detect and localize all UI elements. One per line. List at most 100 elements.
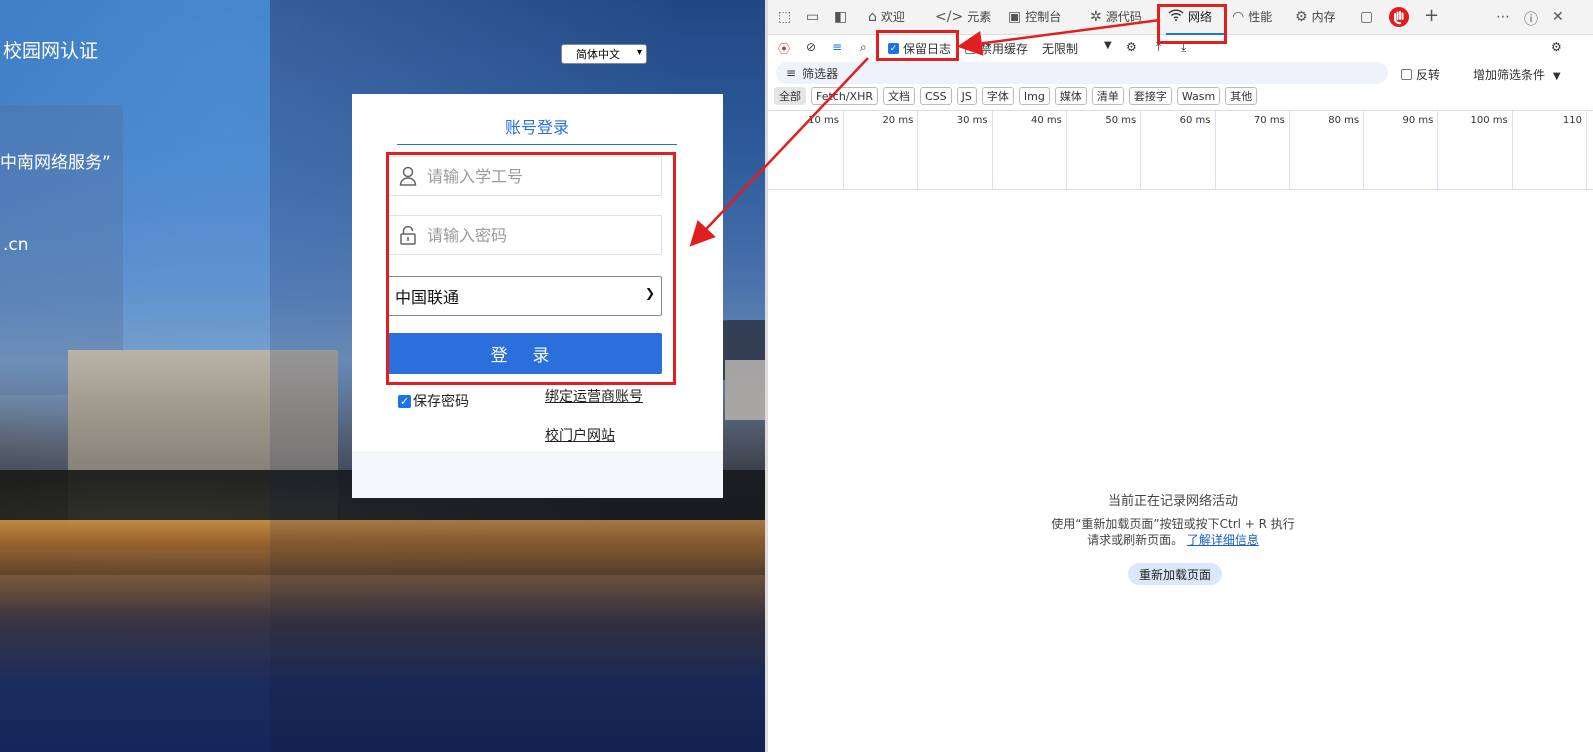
- filter-icon: ≡: [786, 66, 797, 80]
- type-filter-manifest[interactable]: 清单: [1091, 87, 1124, 105]
- type-filter-other[interactable]: 其他: [1225, 87, 1258, 105]
- tab-sources[interactable]: ✲ 源代码: [1090, 8, 1142, 25]
- username-field[interactable]: [388, 156, 662, 196]
- upload-icon[interactable]: ⤒: [1156, 40, 1161, 55]
- tab-console[interactable]: ▣ 控制台: [1008, 8, 1061, 25]
- filter-icon[interactable]: ≡: [832, 40, 842, 54]
- type-filter-doc[interactable]: 文档: [882, 87, 915, 105]
- gauge-icon: ◠: [1232, 8, 1245, 25]
- type-filter-fetch[interactable]: Fetch/XHR: [811, 87, 878, 105]
- invert-toggle[interactable]: 反转: [1401, 66, 1440, 83]
- type-filter-bar: 全部 Fetch/XHR 文档 CSS JS 字体 Img 媒体 清单 套接字 …: [774, 87, 1262, 109]
- type-filter-css[interactable]: CSS: [919, 87, 952, 105]
- timeline-gridline: [917, 111, 919, 190]
- timeline-tick-label: 30 ms: [956, 115, 988, 126]
- isp-select-value: 中国联通: [395, 288, 460, 307]
- info-text-service: 中南网络服务”: [0, 153, 111, 173]
- add-tab-icon[interactable]: +: [1424, 5, 1439, 26]
- close-icon[interactable]: ✕: [1552, 9, 1564, 25]
- timeline-gridline: [1140, 111, 1142, 190]
- timeline-tick-label: 60 ms: [1179, 115, 1211, 126]
- type-filter-socket[interactable]: 套接字: [1128, 87, 1172, 105]
- tab-elements[interactable]: </> 元素: [935, 8, 991, 25]
- inspect-icon[interactable]: ⬚: [778, 9, 791, 25]
- network-conditions-icon[interactable]: ⚙: [1126, 40, 1137, 54]
- invert-checkbox[interactable]: [1401, 69, 1412, 80]
- more-filters-dropdown[interactable]: 增加筛选条件 ▼: [1473, 66, 1561, 83]
- timeline-gridline: [1214, 111, 1216, 190]
- timeline-tick-label: 90 ms: [1402, 115, 1434, 126]
- device-toolbar-icon[interactable]: ▭: [806, 9, 819, 25]
- disable-cache-toggle[interactable]: 禁用缓存: [965, 40, 1028, 57]
- type-filter-font[interactable]: 字体: [981, 87, 1014, 105]
- devtools-panel: ⬚ ▭ ◧ ⌂ 欢迎 </> 元素 ▣ 控制台 ✲ 源代码 网络 ◠ 性能 ⚙ 内存 ▢: [765, 0, 1593, 752]
- language-select[interactable]: 简体中文 ▾: [561, 44, 647, 64]
- record-icon[interactable]: ⦿: [778, 40, 790, 57]
- timeline-tick-label: 40 ms: [1031, 115, 1062, 126]
- tab-network[interactable]: 网络: [1168, 8, 1212, 25]
- more-icon[interactable]: ⋯: [1496, 9, 1510, 25]
- timeline-gridline: [1437, 111, 1439, 190]
- timeline-tick-label: 100 ms: [1470, 115, 1508, 126]
- info-text-domain: .cn: [3, 235, 29, 255]
- empty-state-title: 当前正在记录网络活动: [1107, 494, 1238, 509]
- search-icon[interactable]: ⌕: [860, 40, 867, 55]
- bug-icon: ✲: [1090, 8, 1102, 25]
- reload-page-button[interactable]: 重新加载页面: [1128, 563, 1222, 585]
- type-filter-all[interactable]: 全部: [774, 87, 806, 105]
- code-icon: </>: [935, 8, 964, 25]
- download-icon[interactable]: ⤓: [1181, 40, 1186, 55]
- chevron-down-icon: ❯: [644, 286, 655, 300]
- chevron-down-icon: ▼: [1552, 71, 1561, 82]
- preserve-log-checkbox[interactable]: ✓: [888, 43, 899, 54]
- type-filter-wasm[interactable]: Wasm: [1176, 87, 1221, 105]
- disable-cache-checkbox[interactable]: [965, 43, 976, 54]
- extension-icon[interactable]: [1388, 6, 1410, 32]
- chevron-down-icon: ▾: [636, 47, 642, 58]
- tab-performance[interactable]: ◠ 性能: [1232, 8, 1272, 25]
- timeline-gridline: [843, 111, 844, 190]
- home-icon: ⌂: [868, 8, 877, 25]
- type-filter-js[interactable]: JS: [956, 87, 977, 105]
- timeline-tick-label: 10 ms: [808, 115, 839, 126]
- network-timeline: 10 ms 20 ms 30 ms 40 ms 50 ms 60 ms 70 ms 80 ms…: [768, 110, 1593, 190]
- username-input[interactable]: [427, 166, 647, 186]
- dock-icon[interactable]: ◧: [834, 9, 847, 25]
- application-icon[interactable]: ▢: [1360, 9, 1373, 25]
- background-lake: [0, 575, 765, 752]
- timeline-gridline: [1511, 111, 1513, 190]
- password-input[interactable]: [427, 225, 647, 245]
- chevron-down-icon[interactable]: ▼: [1104, 40, 1112, 51]
- type-filter-img[interactable]: Img: [1018, 87, 1050, 105]
- password-field[interactable]: [388, 215, 662, 255]
- timeline-gridline: [1288, 111, 1290, 190]
- school-portal-link[interactable]: 校门户网站: [545, 425, 615, 445]
- tab-account-login[interactable]: 账号登录: [397, 114, 677, 145]
- login-card: 账号登录 中国联通 ❯ 登 录 ✓ 保存密码 绑定运营商账号 校门户网站: [352, 94, 723, 498]
- wifi-icon: [1168, 8, 1184, 25]
- tab-memory[interactable]: ⚙ 内存: [1295, 8, 1336, 25]
- user-icon: [389, 166, 427, 186]
- timeline-tick-label: 50 ms: [1105, 115, 1137, 126]
- timeline-tick-label: 80 ms: [1328, 115, 1360, 126]
- card-footer: [352, 451, 723, 498]
- timeline-gridline: [1065, 111, 1067, 190]
- filter-input[interactable]: ≡ 筛选器: [776, 62, 1388, 84]
- throttle-select[interactable]: 无限制: [1042, 40, 1078, 57]
- settings-icon[interactable]: ⚙: [1551, 40, 1562, 54]
- clear-icon[interactable]: ⊘: [806, 40, 816, 54]
- login-page: 校园网认证 中南网络服务” .cn 简体中文 ▾ 账号登录 中国联通 ❯ 登 录…: [0, 0, 765, 752]
- background-lights: [0, 520, 765, 575]
- isp-select[interactable]: 中国联通 ❯: [388, 276, 662, 316]
- type-filter-media[interactable]: 媒体: [1054, 87, 1087, 105]
- remember-password[interactable]: ✓ 保存密码: [398, 391, 469, 411]
- preserve-log-toggle[interactable]: ✓ 保留日志: [888, 40, 951, 57]
- remember-password-checkbox[interactable]: ✓: [398, 394, 411, 408]
- chip-icon: ⚙: [1295, 8, 1308, 25]
- bind-carrier-link[interactable]: 绑定运营商账号: [545, 386, 643, 406]
- login-button[interactable]: 登 录: [388, 333, 662, 374]
- learn-more-link[interactable]: 了解详细信息: [1187, 533, 1259, 547]
- tab-welcome[interactable]: ⌂ 欢迎: [868, 8, 905, 25]
- help-icon[interactable]: ⓘ: [1524, 9, 1538, 29]
- timeline-tick-label: 20 ms: [882, 115, 914, 126]
